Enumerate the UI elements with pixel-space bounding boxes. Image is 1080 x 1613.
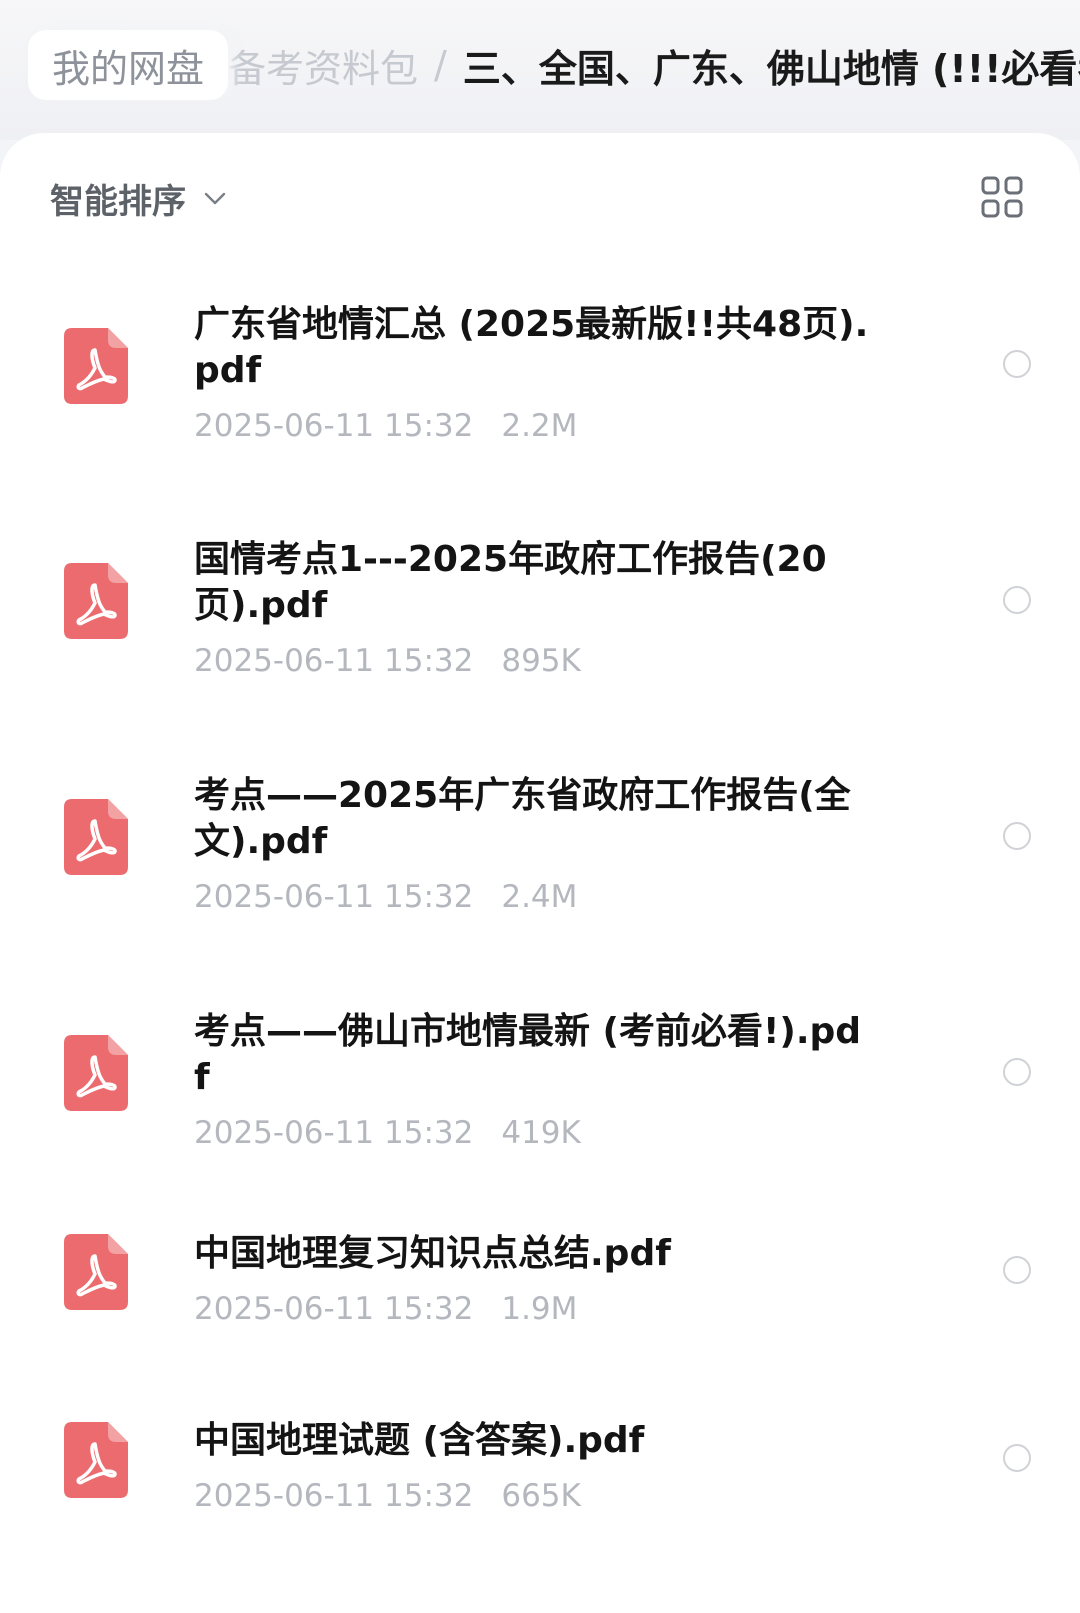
file-meta: 2025-06-11 15:32 2.4M (194, 879, 874, 915)
file-row[interactable]: 国情考点1---2025年政府工作报告(20页).pdf 2025-06-11 … (0, 495, 1080, 731)
pdf-icon (64, 328, 128, 404)
file-info: 国情考点1---2025年政府工作报告(20页).pdf 2025-06-11 … (194, 537, 874, 679)
file-row[interactable]: 考点——2025年广东省政府工作报告(全文).pdf 2025-06-11 15… (0, 731, 1080, 967)
file-date: 2025-06-11 15:32 (194, 408, 474, 444)
pdf-icon (64, 1234, 128, 1310)
select-radio[interactable] (1003, 586, 1031, 614)
select-radio[interactable] (1003, 822, 1031, 850)
file-name: 考点——佛山市地情最新 (考前必看!).pdf (194, 1011, 862, 1098)
file-name: 中国地理复习知识点总结.pdf (194, 1233, 671, 1274)
file-size: 2.2M (501, 408, 578, 444)
list-toolbar: 智能排序 (0, 133, 1080, 259)
file-panel: 智能排序 广东省地情汇总 (2025最新版!!共48页).pdf 2025-06… (0, 133, 1080, 1613)
file-size: 895K (501, 643, 581, 679)
pdf-icon (64, 799, 128, 875)
file-info: 考点——2025年广东省政府工作报告(全文).pdf 2025-06-11 15… (194, 773, 874, 915)
file-date: 2025-06-11 15:32 (194, 879, 474, 915)
file-name: 中国地理试题 (含答案).pdf (194, 1420, 645, 1461)
file-meta: 2025-06-11 15:32 419K (194, 1115, 874, 1151)
file-size: 2.4M (501, 879, 578, 915)
sort-label: 智能排序 (50, 181, 186, 222)
sort-dropdown[interactable]: 智能排序 (50, 173, 228, 223)
breadcrumb-current-folder: 三、全国、广东、佛山地情 (!!!必看考点) (462, 46, 1080, 91)
select-radio[interactable] (1003, 350, 1031, 378)
file-row[interactable]: 中国地理复习知识点总结.pdf 2025-06-11 15:32 1.9M (0, 1191, 1080, 1378)
file-list: 广东省地情汇总 (2025最新版!!共48页).pdf 2025-06-11 1… (0, 259, 1080, 1538)
file-size: 665K (501, 1478, 581, 1514)
chevron-down-icon (204, 192, 226, 205)
file-date: 2025-06-11 15:32 (194, 1478, 474, 1514)
file-meta: 2025-06-11 15:32 1.9M (194, 1291, 874, 1327)
pdf-icon (64, 563, 128, 639)
file-date: 2025-06-11 15:32 (194, 1115, 474, 1151)
file-row[interactable]: 中国地理试题 (含答案).pdf 2025-06-11 15:32 665K (0, 1378, 1080, 1538)
file-meta: 2025-06-11 15:32 2.2M (194, 408, 874, 444)
breadcrumb-trail: 备考资料包 / 三、全国、广东、佛山地情 (!!!必看考点) (228, 30, 1080, 100)
file-date: 2025-06-11 15:32 (194, 1291, 474, 1327)
file-meta: 2025-06-11 15:32 895K (194, 643, 874, 679)
file-row[interactable]: 广东省地情汇总 (2025最新版!!共48页).pdf 2025-06-11 1… (0, 259, 1080, 495)
breadcrumb-root-my-drive[interactable]: 我的网盘 (28, 30, 229, 100)
file-meta: 2025-06-11 15:32 665K (194, 1478, 874, 1514)
file-info: 中国地理试题 (含答案).pdf 2025-06-11 15:32 665K (194, 1418, 874, 1514)
breadcrumb-parent[interactable]: 备考资料包 (228, 38, 418, 93)
select-radio[interactable] (1003, 1058, 1031, 1086)
file-row[interactable]: 考点——佛山市地情最新 (考前必看!).pdf 2025-06-11 15:32… (0, 967, 1080, 1191)
select-radio[interactable] (1003, 1444, 1031, 1472)
pdf-icon (64, 1035, 128, 1111)
file-size: 419K (501, 1115, 581, 1151)
file-name: 广东省地情汇总 (2025最新版!!共48页).pdf (194, 304, 869, 391)
file-name: 考点——2025年广东省政府工作报告(全文).pdf (194, 775, 851, 862)
breadcrumb: 我的网盘 备考资料包 / 三、全国、广东、佛山地情 (!!!必看考点) (0, 0, 1080, 140)
file-size: 1.9M (501, 1291, 578, 1327)
file-name: 国情考点1---2025年政府工作报告(20页).pdf (194, 539, 827, 626)
file-date: 2025-06-11 15:32 (194, 643, 474, 679)
grid-view-icon[interactable] (980, 175, 1024, 219)
breadcrumb-root-label: 我的网盘 (52, 46, 205, 91)
file-info: 广东省地情汇总 (2025最新版!!共48页).pdf 2025-06-11 1… (194, 302, 874, 444)
breadcrumb-separator: / (434, 43, 447, 87)
pdf-icon (64, 1422, 128, 1498)
file-info: 中国地理复习知识点总结.pdf 2025-06-11 15:32 1.9M (194, 1231, 874, 1327)
select-radio[interactable] (1003, 1256, 1031, 1284)
file-info: 考点——佛山市地情最新 (考前必看!).pdf 2025-06-11 15:32… (194, 1009, 874, 1151)
